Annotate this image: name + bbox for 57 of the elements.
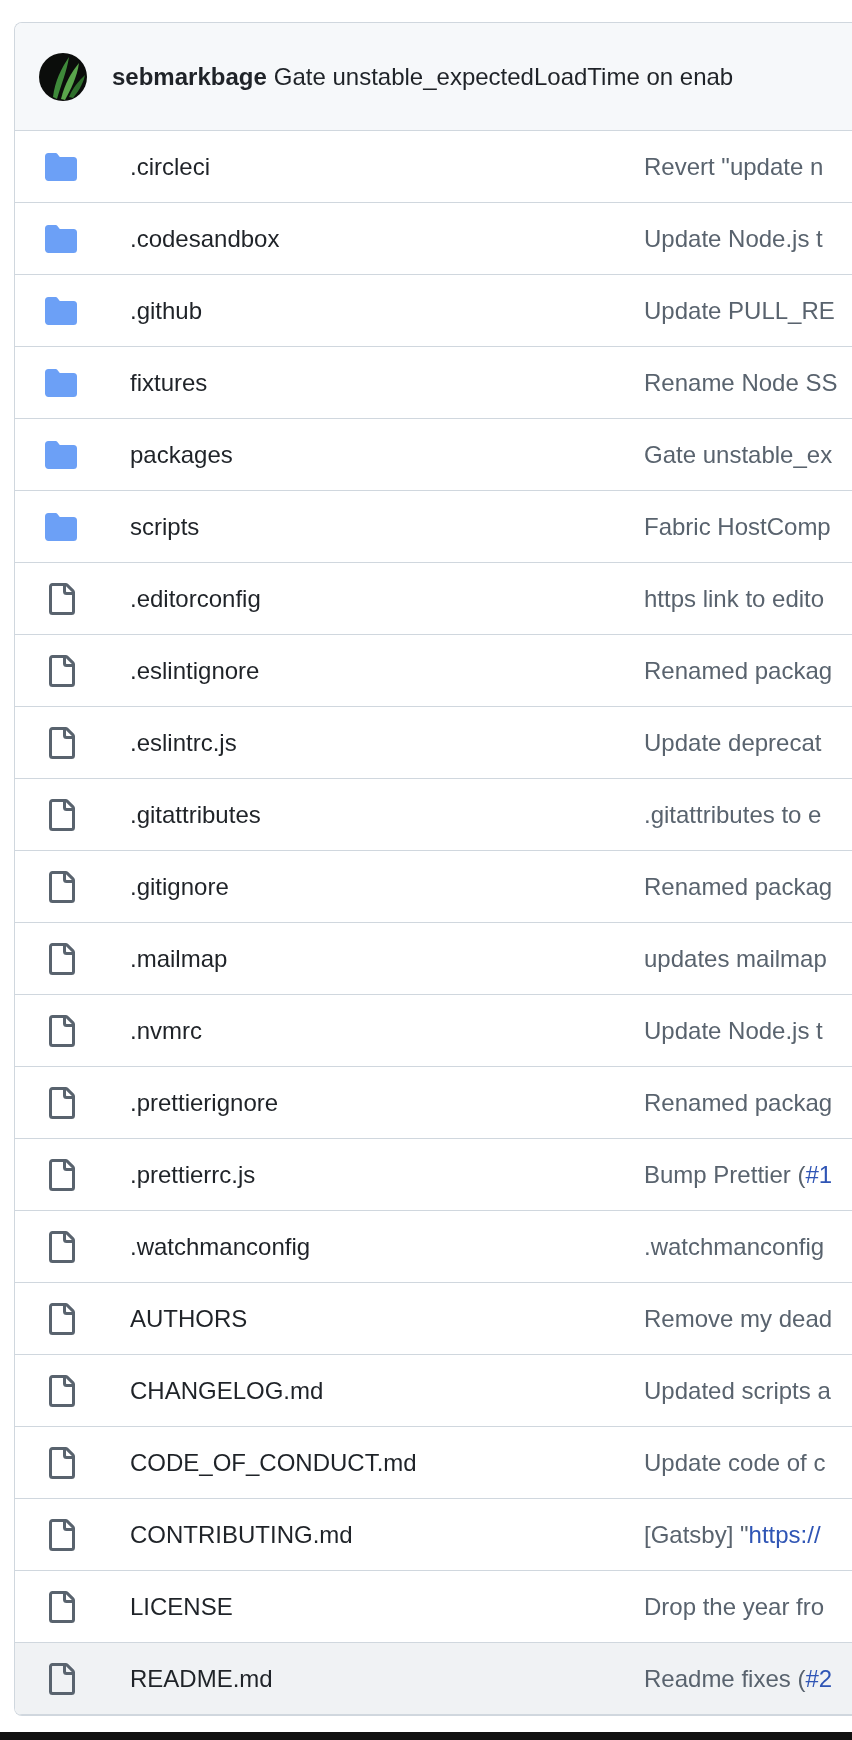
- folder-icon: [45, 366, 77, 399]
- commit-message[interactable]: [Gatsby] ": [644, 1520, 749, 1549]
- commit-message[interactable]: https link to edito: [644, 584, 825, 613]
- commit-message[interactable]: Remove my dead: [644, 1304, 833, 1333]
- commit-message[interactable]: Renamed packag: [644, 656, 833, 685]
- issue-link[interactable]: #2: [805, 1664, 833, 1693]
- author-link[interactable]: sebmarkbage: [112, 62, 267, 91]
- commit-message[interactable]: .gitattributes to e: [644, 800, 822, 829]
- file-name-link[interactable]: .nvmrc: [130, 1016, 644, 1045]
- folder-icon: [45, 294, 77, 327]
- file-name-link[interactable]: .gitattributes: [130, 800, 644, 829]
- commit-message[interactable]: Update Node.js t: [644, 224, 823, 253]
- file-name-link[interactable]: README.md: [130, 1664, 644, 1693]
- commit-message[interactable]: Fabric HostComp: [644, 512, 831, 541]
- avatar[interactable]: [39, 52, 87, 101]
- file-name-link[interactable]: .codesandbox: [130, 224, 644, 253]
- file-name-link[interactable]: packages: [130, 440, 644, 469]
- file-row[interactable]: README.md Readme fixes (#2: [15, 1643, 852, 1715]
- commit-message[interactable]: Update deprecat: [644, 728, 822, 757]
- file-name-link[interactable]: .github: [130, 296, 644, 325]
- commit-message[interactable]: Gate unstable_expectedLoadTime on enab: [273, 62, 734, 91]
- file-name-link[interactable]: .eslintrc.js: [130, 728, 644, 757]
- commit-message[interactable]: .watchmanconfig: [644, 1232, 825, 1261]
- commit-message[interactable]: Update Node.js t: [644, 1016, 823, 1045]
- file-name-link[interactable]: AUTHORS: [130, 1304, 644, 1333]
- folder-icon: [45, 510, 77, 543]
- commit-message[interactable]: Bump Prettier (: [644, 1160, 806, 1189]
- commit-message[interactable]: Update code of c: [644, 1448, 826, 1477]
- folder-icon: [45, 222, 77, 255]
- commit-message[interactable]: updates mailmap: [644, 944, 827, 973]
- commit-message[interactable]: Update PULL_RE: [644, 296, 835, 325]
- file-name-link[interactable]: .gitignore: [130, 872, 644, 901]
- commit-message[interactable]: Readme fixes (: [644, 1664, 806, 1693]
- commit-message[interactable]: Renamed packag: [644, 872, 833, 901]
- commit-message[interactable]: Rename Node SS: [644, 368, 838, 397]
- file-name-link[interactable]: fixtures: [130, 368, 644, 397]
- file-name-link[interactable]: CHANGELOG.md: [130, 1376, 644, 1405]
- file-name-link[interactable]: scripts: [130, 512, 644, 541]
- commit-message[interactable]: Renamed packag: [644, 1088, 833, 1117]
- file-name-link[interactable]: .watchmanconfig: [130, 1232, 644, 1261]
- folder-icon: [45, 438, 77, 471]
- folder-icon: [45, 150, 77, 183]
- file-name-link[interactable]: .mailmap: [130, 944, 644, 973]
- commit-message[interactable]: Updated scripts a: [644, 1376, 831, 1405]
- issue-link[interactable]: #1: [805, 1160, 833, 1189]
- file-name-link[interactable]: .circleci: [130, 152, 644, 181]
- file-name-link[interactable]: .prettierignore: [130, 1088, 644, 1117]
- commit-message[interactable]: Drop the year fro: [644, 1592, 825, 1621]
- file-name-link[interactable]: .editorconfig: [130, 584, 644, 613]
- file-name-link[interactable]: CONTRIBUTING.md: [130, 1520, 644, 1549]
- commit-message[interactable]: Revert "update n: [644, 152, 824, 181]
- file-name-link[interactable]: .eslintignore: [130, 656, 644, 685]
- issue-link[interactable]: https://: [748, 1520, 821, 1549]
- file-name-link[interactable]: LICENSE: [130, 1592, 644, 1621]
- file-name-link[interactable]: CODE_OF_CONDUCT.md: [130, 1448, 644, 1477]
- commit-message[interactable]: Gate unstable_ex: [644, 440, 833, 469]
- file-name-link[interactable]: .prettierrc.js: [130, 1160, 644, 1189]
